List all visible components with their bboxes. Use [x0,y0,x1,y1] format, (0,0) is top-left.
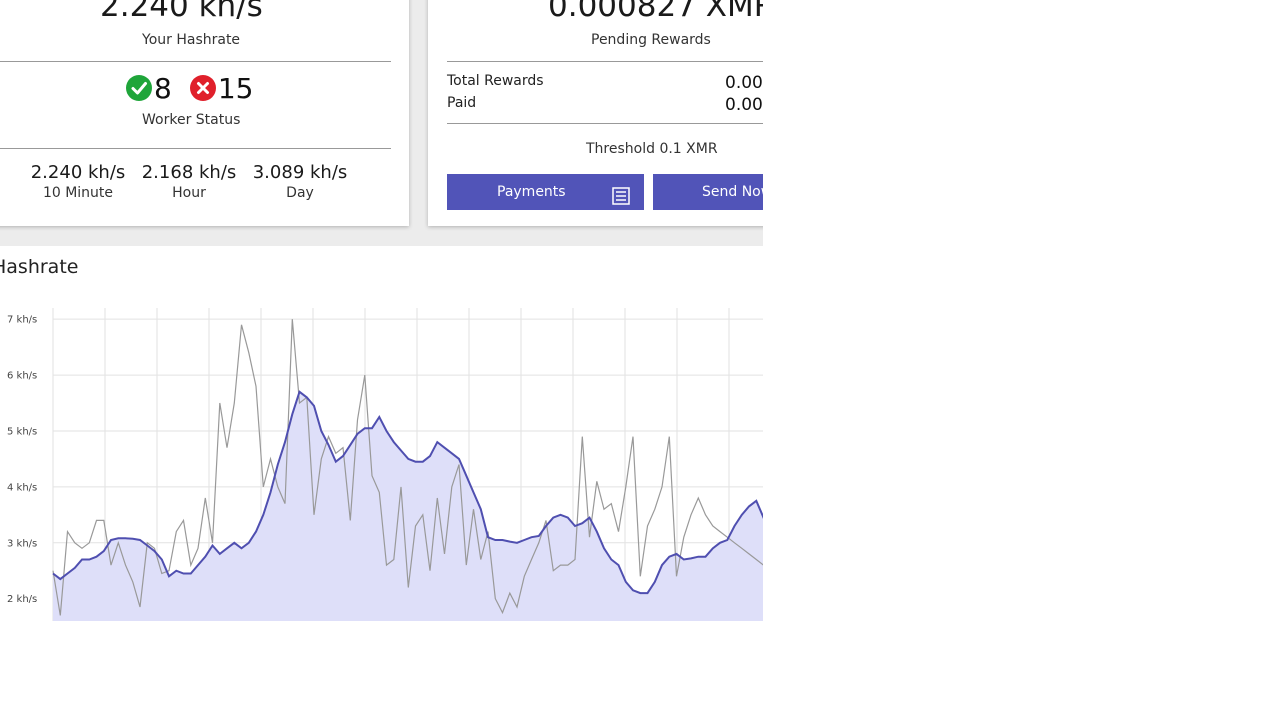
divider [0,148,391,149]
stat-value: 2.168 kh/s [141,162,237,183]
stat-hour: 2.168 kh/s Hour [134,162,244,201]
hashrate-label: Your Hashrate [142,32,241,48]
pending-rewards-value: 0.000827 XMR [548,0,763,24]
stat-day: 3.089 kh/s Day [245,162,355,201]
stat-10-minute: 2.240 kh/s 10 Minute [23,162,133,201]
x-circle-icon [189,75,216,101]
divider [447,61,763,62]
y-tick-label: 2 kh/s [7,594,37,605]
total-rewards-label: Total Rewards [447,73,544,89]
worker-status-label: Worker Status [142,112,241,128]
y-tick-label: 6 kh/s [7,371,37,382]
paid-value: 0.00 [725,95,763,115]
paid-label: Paid [447,95,477,111]
workers-bad-count: 15 [217,71,254,105]
y-tick-label: 5 kh/s [7,426,37,437]
stat-value: 3.089 kh/s [252,162,348,183]
stat-label: Hour [172,185,206,201]
total-rewards-value: 0.00 [725,73,763,93]
divider [0,61,391,62]
threshold-text: Threshold 0.1 XMR [586,141,718,157]
list-icon [612,183,630,219]
hashrate-chart: 2 kh/s 3 kh/s 4 kh/s 5 kh/s 6 kh/s 7 kh/s [7,308,763,621]
check-circle-icon [126,75,152,101]
hashrate-value: 2.240 kh/s [100,0,263,24]
pending-rewards-label: Pending Rewards [591,32,711,48]
send-now-button[interactable]: Send Now [653,174,763,210]
payments-button[interactable]: Payments [447,174,644,210]
payments-button-label: Payments [497,184,566,200]
stat-label: Day [286,185,314,201]
worker-status: 8 15 [126,71,271,105]
workers-ok-count: 8 [154,71,172,105]
y-tick-label: 4 kh/s [7,482,37,493]
y-tick-label: 7 kh/s [7,315,37,326]
stat-label: 10 Minute [42,185,114,201]
stat-value: 2.240 kh/s [30,162,126,183]
viewport: 2.240 kh/s Your Hashrate 8 15 Worker Sta… [0,0,763,720]
divider [447,123,763,124]
chart-title: Hashrate [0,256,79,278]
y-tick-label: 3 kh/s [7,538,37,549]
